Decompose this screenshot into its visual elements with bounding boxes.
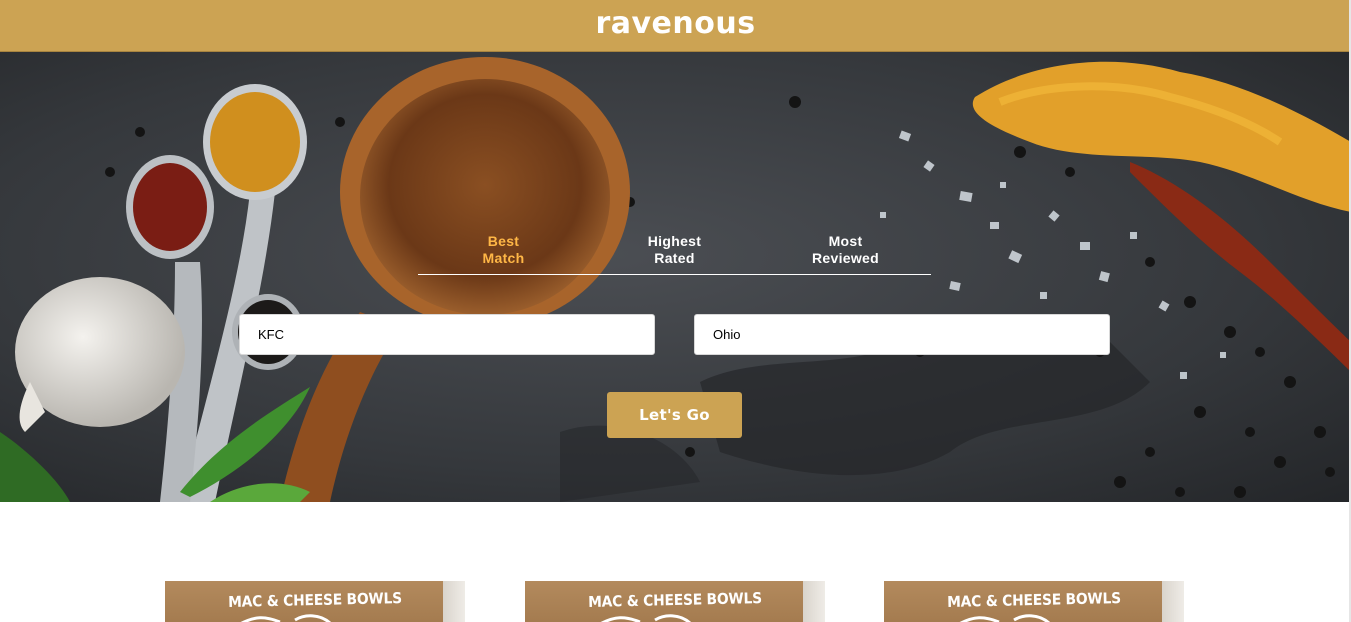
business-image-decoration <box>959 614 1051 622</box>
business-image-text: MAC & CHEESE BOWLS <box>587 589 763 611</box>
sort-option-label: Best <box>487 233 520 249</box>
search-location-input[interactable] <box>694 314 1110 355</box>
sort-option-label: Most <box>828 233 863 249</box>
business-image-decoration <box>600 614 692 622</box>
sort-option-label: Highest <box>647 233 702 249</box>
search-bar-hero: Best Match Highest Rated Most Reviewed L… <box>0 52 1351 502</box>
business-list: MAC & CHEESE BOWLS MAC & CHEESE BOWLS MA… <box>0 502 1351 622</box>
business-image-decoration <box>240 614 332 622</box>
page: ravenous Best Match Highest Rated Most R… <box>0 0 1351 622</box>
sort-option-label: Rated <box>654 250 695 266</box>
sort-option-label: Reviewed <box>812 250 879 266</box>
business-image-text: MAC & CHEESE BOWLS <box>946 589 1122 611</box>
sort-option-label: Match <box>482 250 525 266</box>
sort-option-best-match[interactable]: Best Match <box>418 232 589 274</box>
sort-option-highest-rated[interactable]: Highest Rated <box>589 232 760 274</box>
business-card[interactable]: MAC & CHEESE BOWLS <box>525 581 825 622</box>
sort-option-most-reviewed[interactable]: Most Reviewed <box>760 232 931 274</box>
business-card[interactable]: MAC & CHEESE BOWLS <box>884 581 1184 622</box>
business-card[interactable]: MAC & CHEESE BOWLS <box>165 581 465 622</box>
navbar: ravenous <box>0 0 1351 52</box>
sort-options: Best Match Highest Rated Most Reviewed <box>418 232 931 275</box>
lets-go-button[interactable]: Let's Go <box>607 392 742 438</box>
business-image-text: MAC & CHEESE BOWLS <box>227 589 403 611</box>
app-logo: ravenous <box>595 6 756 41</box>
search-term-input[interactable] <box>239 314 655 355</box>
